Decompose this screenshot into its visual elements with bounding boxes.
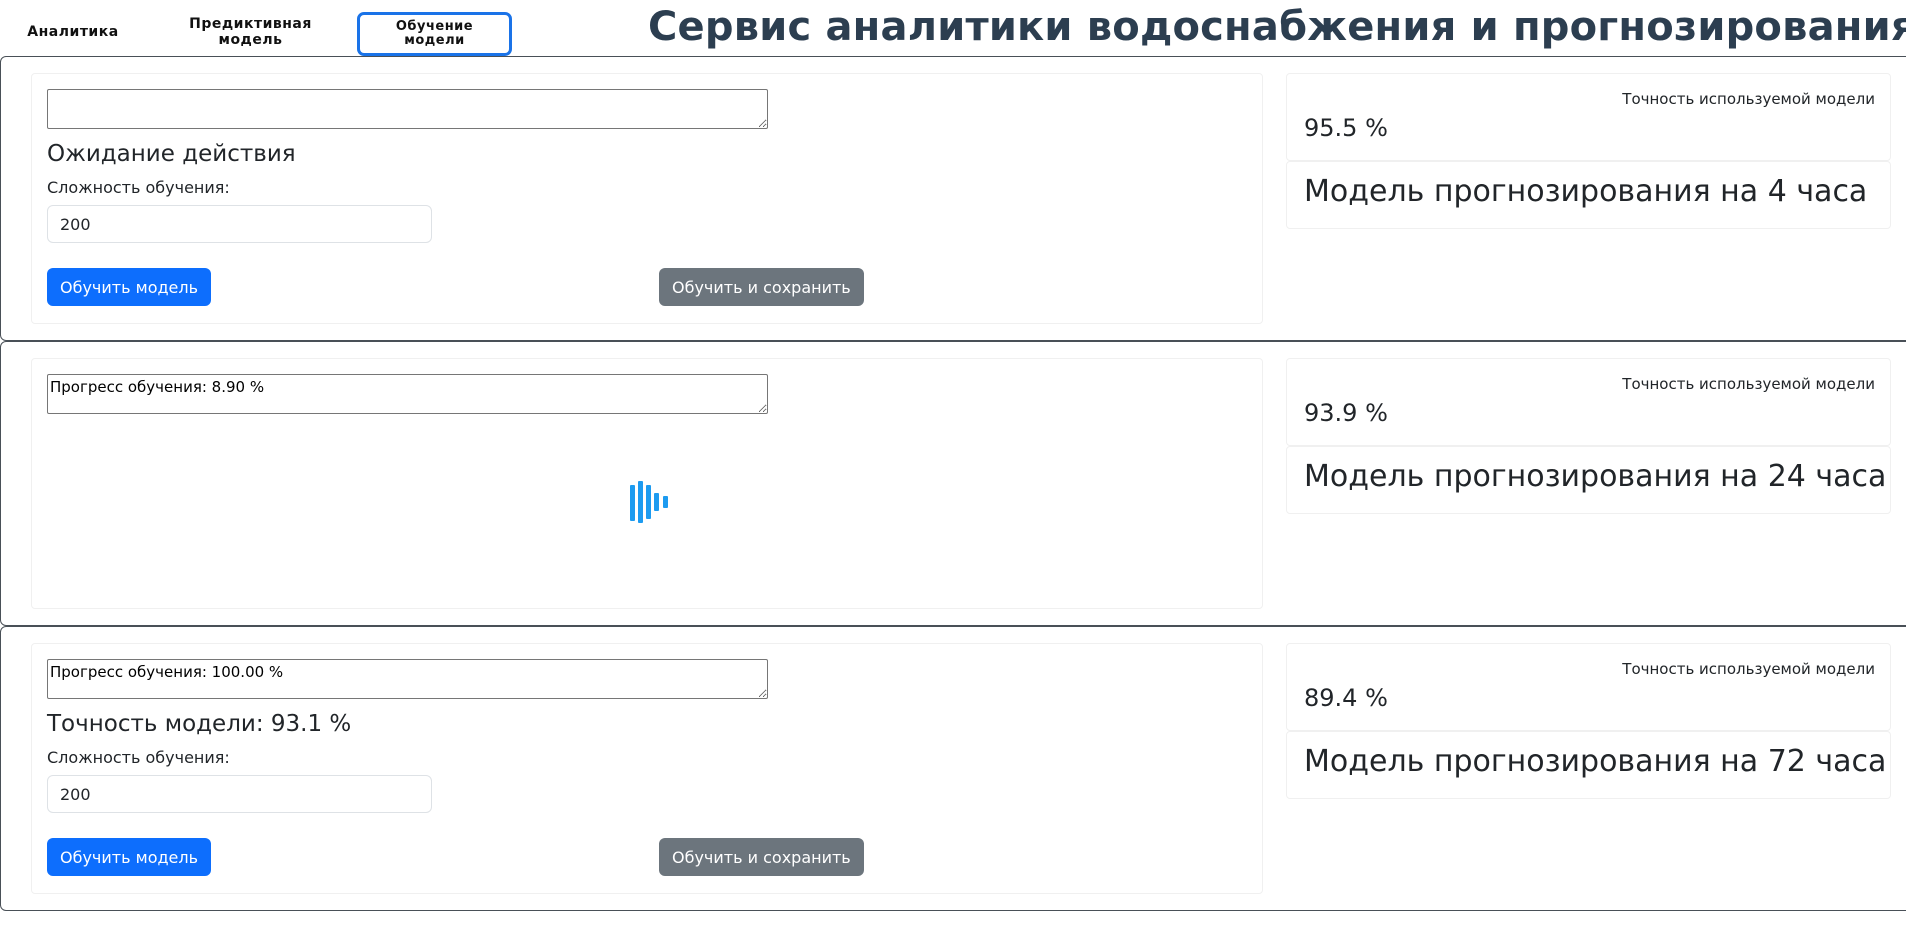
training-panel: Прогресс обучения: 8.90 % [31, 358, 1263, 609]
complexity-label: Сложность обучения: [47, 748, 230, 767]
training-log-textarea[interactable]: Прогресс обучения: 100.00 % [47, 659, 768, 699]
nav-tab-predictive-model[interactable]: Предиктивная модель [178, 12, 323, 52]
training-panel: Ожидание действия Сложность обучения: Об… [31, 73, 1263, 324]
loading-spinner-icon [622, 479, 682, 523]
app-title: Сервис аналитики водоснабжения и прогноз… [648, 4, 1906, 50]
model-title-card: Модель прогнозирования на 72 часа [1286, 731, 1891, 799]
model-title-card: Модель прогнозирования на 4 часа [1286, 161, 1891, 229]
complexity-input[interactable] [47, 205, 432, 243]
training-log-textarea[interactable] [47, 89, 768, 129]
train-and-save-button[interactable]: Обучить и сохранить [659, 838, 864, 876]
nav-tab-analytics[interactable]: Аналитика [18, 12, 128, 52]
training-panel: Прогресс обучения: 100.00 % Точность мод… [31, 643, 1263, 894]
model-info-column: Точность используемой модели 95.5 % Моде… [1286, 73, 1891, 229]
accuracy-value: 95.5 % [1304, 114, 1388, 142]
training-log-textarea[interactable]: Прогресс обучения: 8.90 % [47, 374, 768, 414]
accuracy-card: Точность используемой модели 95.5 % [1286, 73, 1891, 161]
nav-tab-model-training[interactable]: Обучение модели [357, 12, 512, 56]
accuracy-label: Точность используемой модели [1622, 90, 1875, 108]
train-and-save-button[interactable]: Обучить и сохранить [659, 268, 864, 306]
accuracy-value: 93.9 % [1304, 399, 1388, 427]
model-title: Модель прогнозирования на 72 часа [1304, 744, 1887, 779]
model-info-column: Точность используемой модели 89.4 % Моде… [1286, 643, 1891, 799]
top-navigation: Аналитика Предиктивная модель Обучение м… [0, 0, 1906, 56]
accuracy-card: Точность используемой модели 93.9 % [1286, 358, 1891, 446]
model-info-column: Точность используемой модели 93.9 % Моде… [1286, 358, 1891, 514]
accuracy-label: Точность используемой модели [1622, 660, 1875, 678]
training-section-24h: Прогресс обучения: 8.90 % Точность испол… [0, 341, 1906, 626]
training-section-4h: Ожидание действия Сложность обучения: Об… [0, 56, 1906, 341]
complexity-label: Сложность обучения: [47, 178, 230, 197]
train-model-button[interactable]: Обучить модель [47, 838, 212, 876]
training-section-72h: Прогресс обучения: 100.00 % Точность мод… [0, 626, 1906, 911]
model-title: Модель прогнозирования на 4 часа [1304, 174, 1868, 209]
accuracy-value: 89.4 % [1304, 684, 1388, 712]
complexity-input[interactable] [47, 775, 432, 813]
training-status-text: Точность модели: 93.1 % [47, 711, 352, 737]
accuracy-label: Точность используемой модели [1622, 375, 1875, 393]
train-model-button[interactable]: Обучить модель [47, 268, 212, 306]
training-status-text: Ожидание действия [47, 141, 296, 167]
model-title: Модель прогнозирования на 24 часа [1304, 459, 1887, 494]
model-title-card: Модель прогнозирования на 24 часа [1286, 446, 1891, 514]
accuracy-card: Точность используемой модели 89.4 % [1286, 643, 1891, 731]
